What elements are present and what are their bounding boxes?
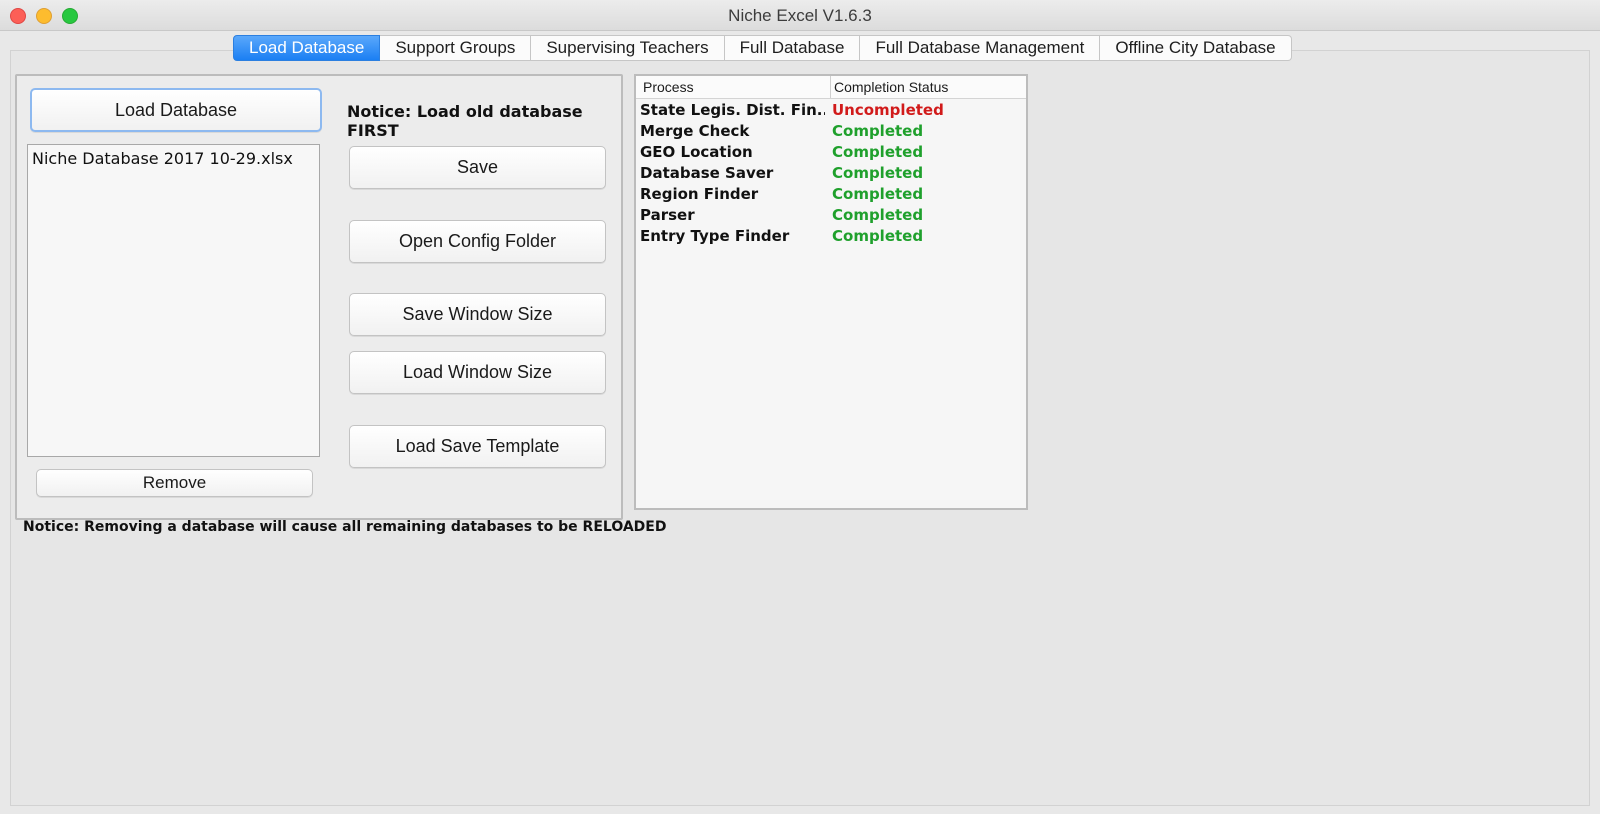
tab-load-database[interactable]: Load Database [233,35,381,61]
status-completed: Completed [832,206,924,224]
tab-full-database-management[interactable]: Full Database Management [860,35,1101,61]
table-row[interactable]: Parser Completed [636,205,1026,226]
table-row[interactable]: Region Finder Completed [636,184,1026,205]
remove-button[interactable]: Remove [36,469,313,497]
tab-bar: Load Database Support Groups Supervising… [233,35,1292,61]
process-name: Region Finder [640,185,759,203]
process-status-table: Process Completion Status State Legis. D… [634,74,1028,510]
table-row[interactable]: GEO Location Completed [636,142,1026,163]
database-panel: Load Database Notice: Load old database … [15,74,623,520]
save-window-size-button[interactable]: Save Window Size [349,293,606,336]
table-row[interactable]: Entry Type Finder Completed [636,226,1026,247]
column-divider[interactable] [830,76,831,98]
tab-full-database[interactable]: Full Database [724,35,861,61]
tab-support-groups[interactable]: Support Groups [380,35,532,61]
process-name: Entry Type Finder [640,227,790,245]
table-header: Process Completion Status [636,76,1026,99]
load-window-size-button[interactable]: Load Window Size [349,351,606,394]
table-row[interactable]: State Legis. Dist. Fin... Uncompleted [636,100,1026,121]
column-header-status[interactable]: Completion Status [834,79,948,95]
table-row[interactable]: Merge Check Completed [636,121,1026,142]
app-window: Niche Excel V1.6.3 Load Database Support… [0,0,1600,814]
column-header-process[interactable]: Process [643,79,694,95]
load-save-template-button[interactable]: Load Save Template [349,425,606,468]
table-row[interactable]: Database Saver Completed [636,163,1026,184]
process-name: Database Saver [640,164,774,182]
tab-supervising-teachers[interactable]: Supervising Teachers [531,35,725,61]
status-completed: Completed [832,164,924,182]
process-name: GEO Location [640,143,753,161]
process-name: Parser [640,206,695,224]
status-completed: Completed [832,122,924,140]
save-button[interactable]: Save [349,146,606,189]
load-order-notice: Notice: Load old database FIRST [347,102,583,140]
process-name: State Legis. Dist. Fin... [640,101,825,119]
status-completed: Completed [832,227,924,245]
open-config-folder-button[interactable]: Open Config Folder [349,220,606,263]
status-completed: Completed [832,185,924,203]
title-bar[interactable]: Niche Excel V1.6.3 [0,0,1600,31]
tab-offline-city-database[interactable]: Offline City Database [1100,35,1292,61]
status-completed: Completed [832,143,924,161]
load-database-button[interactable]: Load Database [30,88,322,132]
window-title: Niche Excel V1.6.3 [728,6,872,25]
reload-notice: Notice: Removing a database will cause a… [23,519,667,535]
status-uncompleted: Uncompleted [832,101,944,119]
list-item[interactable]: Niche Database 2017 10-29.xlsx [32,149,293,168]
database-file-list[interactable]: Niche Database 2017 10-29.xlsx [27,144,320,457]
process-name: Merge Check [640,122,750,140]
